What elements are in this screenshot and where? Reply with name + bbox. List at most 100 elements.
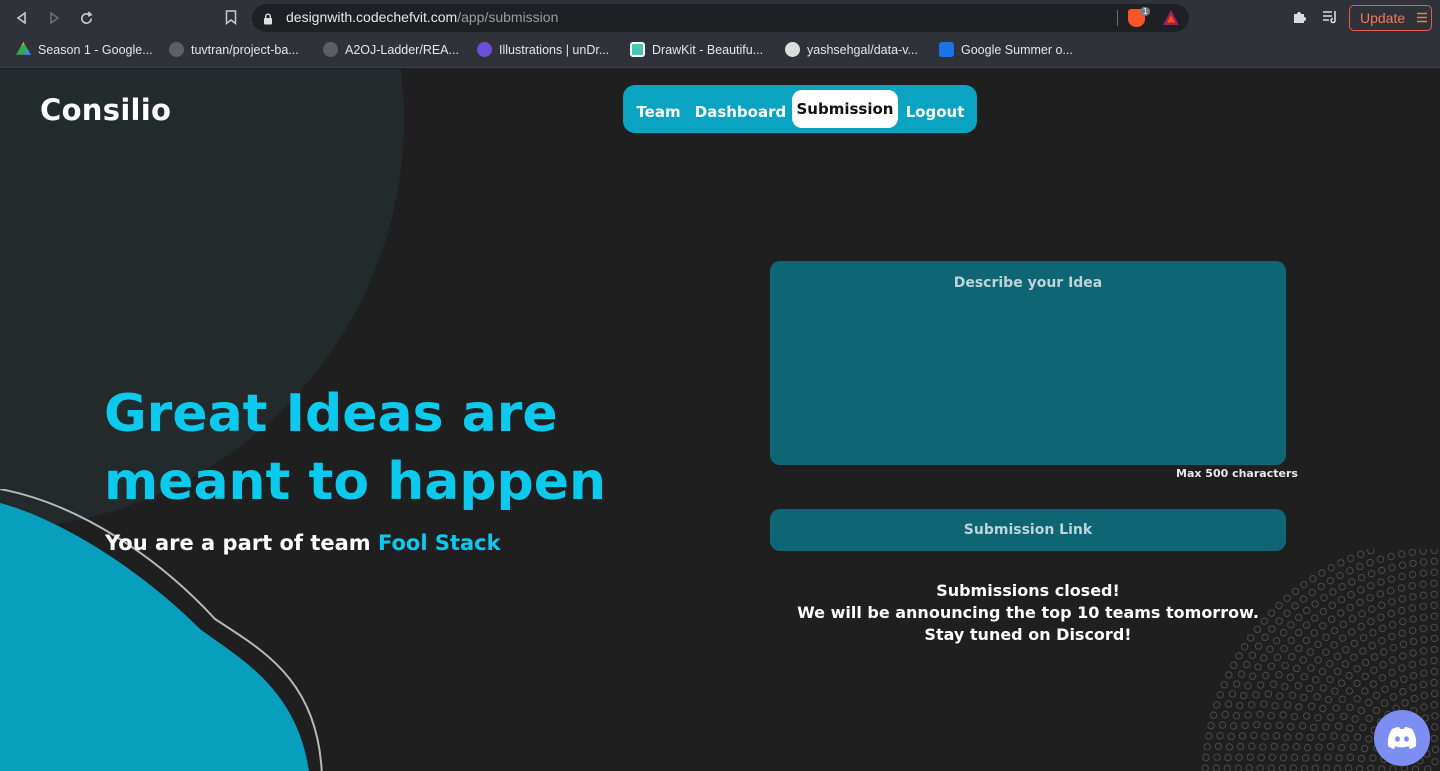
pattern-dot (1398, 664, 1406, 672)
bookmark-item[interactable]: Season 1 - Google... (16, 42, 153, 57)
reload-icon[interactable] (76, 8, 96, 28)
forward-arrow-icon[interactable] (44, 8, 64, 28)
update-button[interactable]: Update (1349, 5, 1432, 31)
closed-line: Stay tuned on Discord! (924, 625, 1132, 644)
pattern-dot (1380, 699, 1389, 707)
pattern-dot (1264, 722, 1272, 730)
pattern-dot (1430, 579, 1438, 587)
pattern-dot (1235, 753, 1243, 762)
pattern-dot (1244, 682, 1252, 690)
nav-logout[interactable]: Logout (901, 93, 969, 131)
pattern-dot (1409, 559, 1417, 568)
pattern-dot (1344, 764, 1353, 771)
pattern-dot (1399, 687, 1407, 696)
pattern-dot (1420, 613, 1428, 622)
pattern-dot (1430, 557, 1438, 566)
discord-button[interactable] (1374, 710, 1430, 766)
pattern-dot (1430, 734, 1438, 743)
pattern-dot (1349, 743, 1358, 751)
pattern-dot (1430, 612, 1438, 621)
pattern-dot (1281, 682, 1289, 691)
pattern-dot (1409, 637, 1418, 646)
nav-dashboard[interactable]: Dashboard (692, 93, 789, 131)
pattern-dot (1287, 621, 1295, 629)
pattern-dot (1291, 587, 1300, 596)
pattern-dot (1310, 723, 1318, 732)
pattern-dot (1388, 563, 1396, 572)
pattern-dot (1408, 570, 1417, 579)
pattern-dot (1357, 573, 1366, 582)
pattern-dot (1380, 648, 1388, 656)
bookmark-item[interactable]: A2OJ-Ladder/REA... (323, 42, 459, 57)
pattern-dot (1248, 651, 1257, 659)
pattern-dot (1295, 644, 1303, 653)
team-name: Fool Stack (377, 531, 501, 555)
pattern-dot (1400, 675, 1408, 683)
pattern-dot (1202, 753, 1210, 762)
pattern-dot (1294, 628, 1303, 637)
pattern-dot (1360, 744, 1369, 753)
pattern-dot (1261, 732, 1269, 741)
pattern-dot (1225, 671, 1233, 679)
bookmark-item[interactable]: Illustrations | unDr... (477, 42, 609, 57)
pattern-dot (1322, 648, 1330, 656)
back-arrow-icon[interactable] (12, 8, 32, 28)
bat-rewards-icon[interactable] (1162, 9, 1180, 30)
pattern-dot (1430, 549, 1438, 554)
pattern-dot (1319, 607, 1328, 616)
pattern-dot (1409, 615, 1417, 623)
pattern-dot (1308, 588, 1316, 597)
nav-submission[interactable]: Submission (792, 90, 898, 128)
pattern-dot (1430, 645, 1438, 654)
pattern-dot (1397, 584, 1406, 592)
site-logo[interactable]: Consilio (40, 93, 171, 127)
bookmark-icon[interactable] (225, 10, 237, 29)
pattern-dot (1289, 764, 1298, 771)
pattern-dot (1353, 679, 1361, 688)
bookmark-item[interactable]: yashsehgal/data-v... (785, 42, 918, 57)
pattern-dot (1214, 742, 1223, 751)
playlist-icon[interactable] (1322, 9, 1339, 28)
pattern-dot (1272, 732, 1281, 740)
pattern-dot (1419, 624, 1428, 633)
pattern-dot (1347, 590, 1355, 599)
github-icon (323, 42, 338, 57)
pattern-dot (1408, 604, 1417, 612)
pattern-dot (1345, 687, 1354, 695)
bookmark-item[interactable]: DrawKit - Beautifu... (630, 42, 763, 57)
pattern-dot (1302, 636, 1311, 645)
pattern-dot (1357, 754, 1366, 763)
pattern-dot (1318, 733, 1326, 741)
nav-team[interactable]: Team (631, 93, 686, 131)
url-text[interactable]: designwith.codechefvit.com/app/submissio… (286, 9, 558, 25)
idea-description-input[interactable] (770, 261, 1286, 465)
pattern-dot (1212, 764, 1220, 771)
pattern-dot (1303, 606, 1311, 615)
pattern-dot (1390, 680, 1398, 688)
pattern-dot (1399, 617, 1407, 626)
pattern-dot (1311, 614, 1319, 622)
bookmark-item[interactable]: tuvtran/project-ba... (169, 42, 299, 57)
pattern-dot (1419, 549, 1427, 555)
pattern-dot (1337, 679, 1346, 687)
puzzle-icon[interactable] (1291, 9, 1307, 29)
pattern-dot (1253, 721, 1261, 729)
pattern-dot (1259, 743, 1267, 751)
pattern-dot (1245, 764, 1253, 771)
discord-icon (1387, 727, 1417, 749)
submission-link-input[interactable] (770, 509, 1286, 551)
pattern-dot (1225, 743, 1234, 751)
pattern-dot (1221, 710, 1230, 719)
pattern-dot (1389, 693, 1398, 701)
pattern-dot (1346, 724, 1354, 732)
pattern-dot (1398, 561, 1407, 569)
pattern-dot (1348, 628, 1356, 636)
pattern-dot (1361, 687, 1369, 695)
pattern-dot (1337, 596, 1346, 604)
pattern-dot (1409, 649, 1417, 657)
bookmark-item[interactable]: Google Summer o... (939, 42, 1073, 57)
pattern-dot (1326, 660, 1334, 668)
pattern-dot (1252, 691, 1260, 699)
pattern-dot (1241, 721, 1249, 730)
pattern-dot (1224, 700, 1233, 708)
